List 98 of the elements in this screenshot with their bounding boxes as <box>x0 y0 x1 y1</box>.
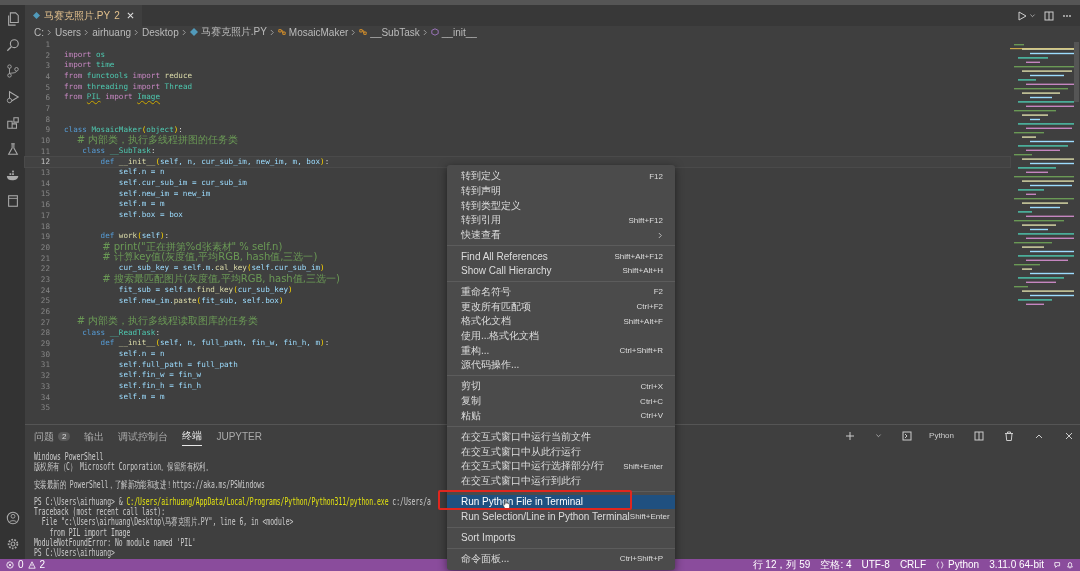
terminal-line: PS C:\Users\airhuang> <box>34 548 115 559</box>
whale-icon[interactable] <box>5 168 20 182</box>
split-editor-icon[interactable] <box>1044 10 1054 21</box>
panel-tab[interactable]: 输出 <box>84 425 105 446</box>
terminal-line: Windows PowerShell <box>34 452 104 462</box>
menu-item[interactable]: 转到定义 F12 <box>447 169 675 184</box>
chevron-right-icon <box>47 28 52 36</box>
warning-count[interactable]: 2 <box>39 559 46 571</box>
search-icon[interactable] <box>5 38 20 52</box>
code-line: # 内部类，执行多线程读取图库的任务类 <box>75 316 259 329</box>
split-terminal-icon[interactable] <box>974 430 984 441</box>
code-line: # print("正在拼第%d张素材" % self.n) <box>101 241 283 252</box>
class-icon <box>277 28 286 36</box>
status-item[interactable]: 行 12，列 59 <box>752 559 811 571</box>
chevron-right-icon <box>269 28 275 36</box>
terminal-icon <box>902 430 913 441</box>
status-item[interactable]: 空格: 4 <box>820 559 852 571</box>
breadcrumb[interactable]: MosaicMaker <box>288 26 349 38</box>
feedback-icon[interactable] <box>1054 561 1062 569</box>
close-icon[interactable] <box>126 12 134 19</box>
terminal-line: 安装最新的 PowerShell，了解新功能和改进！https://aka.ms/PSWindows <box>34 479 265 490</box>
breadcrumb[interactable]: 马赛克照片.PY <box>200 25 267 39</box>
python-file-icon <box>189 28 198 36</box>
bell-icon[interactable] <box>1066 561 1074 569</box>
breadcrumb[interactable]: C: <box>34 26 44 38</box>
menu-item[interactable]: 重构... Ctrl+Shift+R <box>447 343 675 358</box>
menu-item[interactable]: Sort Imports <box>447 530 675 546</box>
menu-item[interactable]: 在交互式窗口中运行到此行 <box>447 473 675 489</box>
menu-item[interactable]: 复制 Ctrl+C <box>447 393 675 409</box>
breadcrumb[interactable]: __SubTask <box>370 26 420 38</box>
status-item[interactable]: CRLF <box>899 559 926 571</box>
panel-tab[interactable]: 调试控制台 <box>118 425 169 446</box>
menu-item[interactable]: Show Call Hierarchy Shift+Alt+H <box>447 263 675 279</box>
breadcrumb[interactable]: airhuang <box>92 26 132 38</box>
scrollbar-thumb[interactable] <box>1074 42 1079 102</box>
extensions-icon[interactable] <box>5 116 20 130</box>
menu-item[interactable]: 快速查看 <box>447 227 675 243</box>
run-debug-icon[interactable] <box>5 90 20 104</box>
menu-item[interactable]: 源代码操作... <box>447 358 675 373</box>
menu-item[interactable]: 重命名符号 F2 <box>447 284 675 300</box>
notebook-icon[interactable] <box>5 194 20 208</box>
pointer-hand-icon <box>502 497 511 509</box>
plus-icon[interactable] <box>845 430 856 441</box>
run-icon[interactable] <box>1017 10 1027 21</box>
warning-icon[interactable] <box>27 561 36 569</box>
status-item[interactable]: 3.11.0 64-bit <box>989 559 1044 571</box>
menu-item[interactable]: Run Selection/Line in Python TerminalShift+Enter <box>447 509 675 524</box>
settings-icon[interactable] <box>5 537 20 551</box>
menu-item[interactable]: 使用...格式化文档 <box>447 328 675 344</box>
terminal-line: PS C:\Users\airhuang> & C:/Users/airhuang/AppData/Local/Programs/Python/Python311/python.exe c:/Users/a <box>34 496 431 507</box>
terminal-line: 版权所有（C） Microsoft Corporation。保留所有权利。 <box>34 462 213 473</box>
panel-tab[interactable]: JUPYTER <box>216 425 262 446</box>
explorer-icon[interactable] <box>5 12 20 26</box>
terminal-line: ModuleNotFoundError: No module named 'PIL' <box>34 538 196 549</box>
error-icon[interactable] <box>6 561 14 569</box>
code-line: # 内部类，执行多线程拼图的任务类 <box>75 134 239 147</box>
menu-item[interactable]: 更改所有匹配项 Ctrl+F2 <box>447 299 675 314</box>
trash-icon[interactable] <box>1004 430 1014 441</box>
terminal-line: Traceback (most recent call last): <box>34 507 165 518</box>
class-icon <box>359 28 368 36</box>
menu-item[interactable]: 剪切 Ctrl+X <box>447 379 675 394</box>
breadcrumb[interactable]: Users <box>55 26 82 38</box>
status-item[interactable]: UTF-8 <box>861 559 890 571</box>
account-icon[interactable] <box>5 511 20 525</box>
editor-tab[interactable]: 马赛克照片.PY 2 <box>25 5 142 26</box>
breadcrumb[interactable]: Desktop <box>142 26 179 38</box>
chevron-right-icon <box>134 28 140 36</box>
menu-item[interactable]: Find All References Shift+Alt+F12 <box>447 248 675 264</box>
menu-item[interactable]: 格式化文档 Shift+Alt+F <box>447 313 675 329</box>
menu-item[interactable]: 转到声明 <box>447 183 675 199</box>
terminal-line: File "c:\Users\airhuang\Desktop\马赛克照片.PY", line 6, in <module> <box>40 517 294 528</box>
breadcrumb[interactable]: __init__ <box>441 26 477 38</box>
menu-item[interactable]: 粘贴 Ctrl+V <box>447 408 675 424</box>
chevron-right-icon <box>422 28 428 36</box>
method-icon <box>430 28 439 36</box>
panel-tab[interactable]: 终端 <box>182 425 203 446</box>
menu-item[interactable]: 转到类型定义 <box>447 198 675 214</box>
count-badge: 2 <box>58 432 71 441</box>
menu-item[interactable]: 在交互式窗口中运行选择部分/行 Shift+Enter <box>447 458 675 474</box>
chevron-right-icon <box>181 28 187 36</box>
braces-icon <box>936 561 944 569</box>
chevron-right-icon <box>351 28 357 36</box>
chevron-right-icon <box>84 28 90 36</box>
problem-count: 2 <box>114 10 120 21</box>
flask-icon[interactable] <box>5 142 20 156</box>
error-count[interactable]: 0 <box>18 559 24 571</box>
tab-title: 马赛克照片.PY <box>44 8 111 23</box>
panel-tab[interactable]: 问题 2 <box>34 425 71 446</box>
menu-item[interactable]: 命令面板... Ctrl+Shift+P <box>447 551 675 567</box>
source-control-icon[interactable] <box>5 64 20 78</box>
status-item[interactable]: Python <box>948 559 980 571</box>
python-file-icon <box>33 12 40 19</box>
menu-item[interactable]: 在交互式窗口中从此行运行 <box>447 444 675 459</box>
terminal-line: from PIL import Image <box>48 527 131 538</box>
menu-item[interactable]: 在交互式窗口中运行当前文件 <box>447 429 675 445</box>
terminal-profile[interactable]: Python <box>929 431 954 440</box>
close-icon[interactable] <box>1064 430 1074 441</box>
menu-item[interactable]: 转到引用 Shift+F12 <box>447 213 675 228</box>
